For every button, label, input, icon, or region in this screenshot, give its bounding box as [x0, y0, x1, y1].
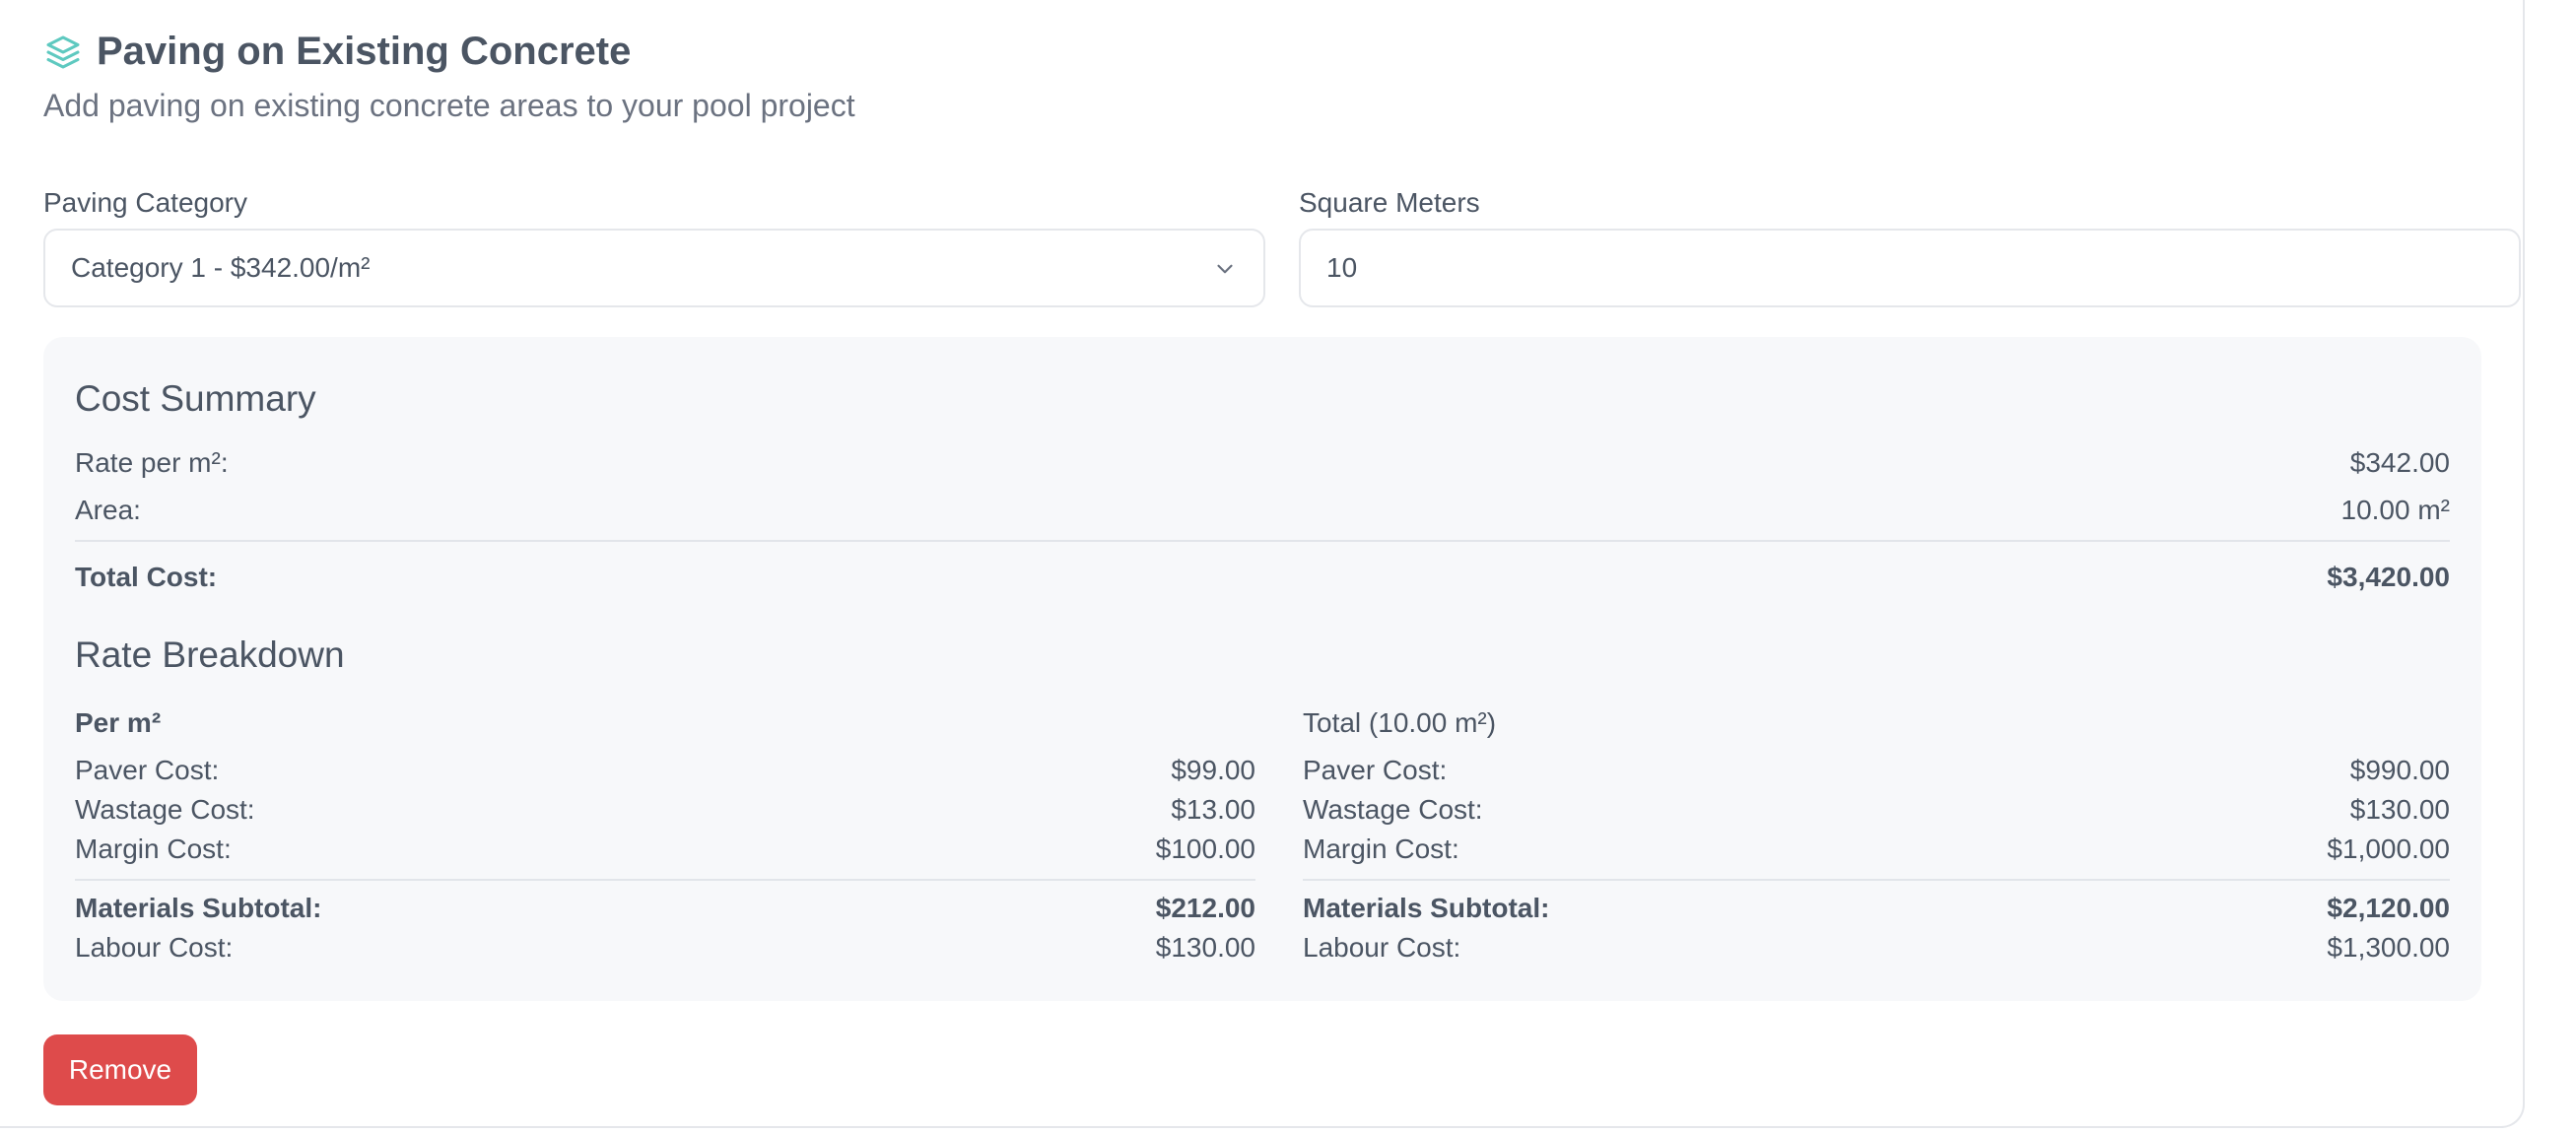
margin-cost-label: Margin Cost: — [75, 833, 232, 864]
remove-button[interactable]: Remove — [43, 1034, 197, 1105]
paving-category-select[interactable]: Category 1 - $342.00/m² — [43, 229, 1265, 307]
per-m2-divider — [75, 879, 1255, 881]
total-paver-row: Paver Cost: $990.00 — [1303, 755, 2450, 786]
paver-cost-value: $990.00 — [2349, 755, 2450, 785]
per-m2-labour-row: Labour Cost: $130.00 — [75, 932, 1255, 964]
paver-cost-label: Paver Cost: — [75, 755, 220, 785]
margin-cost-value: $1,000.00 — [2327, 833, 2450, 864]
per-m2-column-title: Per m² — [75, 707, 162, 738]
total-margin-row: Margin Cost: $1,000.00 — [1303, 833, 2450, 865]
labour-cost-label: Labour Cost: — [1303, 932, 1461, 963]
total-divider — [1303, 879, 2450, 881]
square-meters-value: 10 — [1326, 252, 1358, 283]
per-m2-paver-row: Paver Cost: $99.00 — [75, 755, 1255, 786]
wastage-cost-label: Wastage Cost: — [1303, 794, 1483, 825]
margin-cost-label: Margin Cost: — [1303, 833, 1459, 864]
paving-category-label: Paving Category — [43, 187, 248, 218]
labour-cost-value: $130.00 — [1155, 932, 1255, 963]
cost-summary-panel: Cost Summary Rate per m²: $342.00 Area: … — [43, 337, 2481, 1001]
rate-per-m2-value: $342.00 — [2349, 447, 2450, 478]
total-cost-label: Total Cost: — [75, 562, 218, 592]
cost-summary-title: Cost Summary — [75, 378, 316, 419]
area-value: 10.00 m² — [2340, 495, 2451, 525]
total-cost-value: $3,420.00 — [2327, 562, 2450, 592]
total-wastage-row: Wastage Cost: $130.00 — [1303, 794, 2450, 826]
paving-category-value: Category 1 - $342.00/m² — [71, 252, 371, 283]
rate-per-m2-label: Rate per m²: — [75, 447, 229, 478]
square-meters-label: Square Meters — [1299, 187, 1480, 218]
margin-cost-value: $100.00 — [1155, 833, 1255, 864]
rate-breakdown-title: Rate Breakdown — [75, 634, 345, 675]
paver-cost-value: $99.00 — [1171, 755, 1255, 785]
area-label: Area: — [75, 495, 141, 525]
summary-divider — [75, 540, 2450, 542]
wastage-cost-value: $130.00 — [2349, 794, 2450, 825]
rate-per-m2-row: Rate per m²: $342.00 — [75, 447, 2450, 479]
materials-subtotal-label: Materials Subtotal: — [1303, 893, 1550, 923]
total-column-title: Total (10.00 m²) — [1303, 707, 1497, 738]
materials-subtotal-label: Materials Subtotal: — [75, 893, 322, 923]
per-m2-wastage-row: Wastage Cost: $13.00 — [75, 794, 1255, 826]
chevron-down-icon — [1212, 256, 1238, 282]
page-subtitle: Add paving on existing concrete areas to… — [43, 88, 855, 123]
labour-cost-value: $1,300.00 — [2327, 932, 2450, 963]
layers-icon — [43, 33, 83, 72]
paver-cost-label: Paver Cost: — [1303, 755, 1448, 785]
area-row: Area: 10.00 m² — [75, 495, 2450, 526]
total-materials-row: Materials Subtotal: $2,120.00 — [1303, 893, 2450, 924]
section-header: Paving on Existing Concrete Add paving o… — [43, 30, 855, 124]
total-labour-row: Labour Cost: $1,300.00 — [1303, 932, 2450, 964]
labour-cost-label: Labour Cost: — [75, 932, 234, 963]
total-cost-row: Total Cost: $3,420.00 — [75, 562, 2450, 593]
page-title: Paving on Existing Concrete — [97, 30, 632, 73]
square-meters-input[interactable]: 10 — [1299, 229, 2521, 307]
materials-subtotal-value: $212.00 — [1155, 893, 1255, 923]
wastage-cost-label: Wastage Cost: — [75, 794, 255, 825]
per-m2-margin-row: Margin Cost: $100.00 — [75, 833, 1255, 865]
materials-subtotal-value: $2,120.00 — [2327, 893, 2450, 923]
per-m2-materials-row: Materials Subtotal: $212.00 — [75, 893, 1255, 924]
wastage-cost-value: $13.00 — [1171, 794, 1255, 825]
